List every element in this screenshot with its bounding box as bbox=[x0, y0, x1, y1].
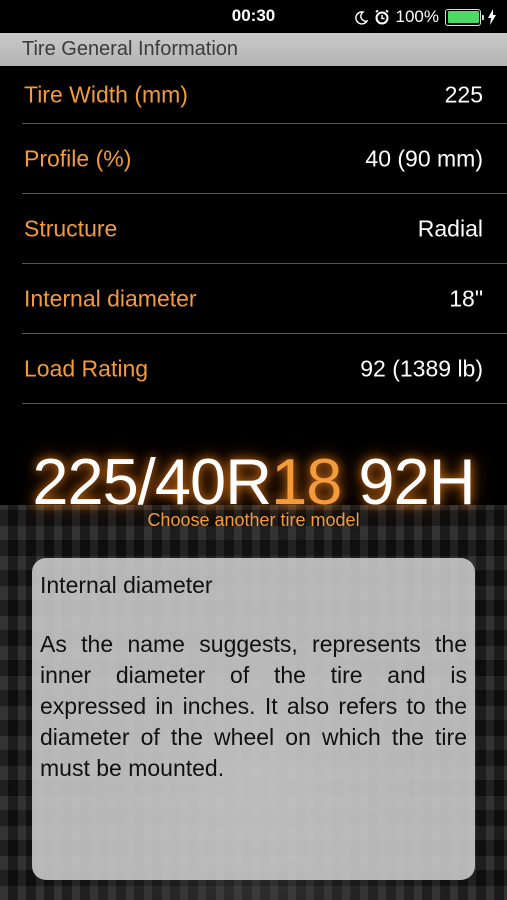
section-header: Tire General Information bbox=[0, 33, 507, 66]
info-row-structure[interactable]: Structure Radial bbox=[22, 194, 507, 264]
info-row-profile[interactable]: Profile (%) 40 (90 mm) bbox=[22, 124, 507, 194]
row-value: 40 (90 mm) bbox=[365, 145, 483, 171]
info-card-body: As the name suggests, represents the inn… bbox=[40, 631, 467, 781]
info-row-load-rating[interactable]: Load Rating 92 (1389 lb) bbox=[22, 334, 507, 404]
row-value: 225 bbox=[444, 81, 483, 107]
info-card: Internal diameter As the name suggests, … bbox=[32, 558, 475, 880]
tire-info-list: Tire Width (mm) 225 Profile (%) 40 (90 m… bbox=[0, 66, 507, 404]
row-value: Radial bbox=[417, 215, 483, 241]
alarm-icon bbox=[374, 9, 390, 25]
row-label: Tire Width (mm) bbox=[24, 81, 188, 107]
battery-icon bbox=[445, 8, 484, 26]
row-value: 18" bbox=[449, 285, 483, 311]
charging-bolt-icon bbox=[487, 9, 497, 25]
moon-icon bbox=[354, 10, 368, 25]
status-indicators: 100% bbox=[354, 6, 497, 28]
row-value: 92 (1389 lb) bbox=[360, 355, 483, 381]
row-label: Profile (%) bbox=[24, 145, 132, 171]
tire-code-prefix: 225/40R bbox=[32, 445, 272, 518]
battery-percent: 100% bbox=[395, 7, 439, 26]
info-row-internal-diameter[interactable]: Internal diameter 18" bbox=[22, 264, 507, 334]
choose-another-tire-link[interactable]: Choose another tire model bbox=[0, 510, 507, 531]
row-label: Load Rating bbox=[24, 355, 149, 381]
row-label: Internal diameter bbox=[24, 285, 197, 311]
tire-code-highlight: 18 bbox=[271, 445, 342, 518]
row-label: Structure bbox=[24, 215, 118, 241]
status-bar: 00:30 100% bbox=[0, 0, 507, 33]
info-row-width[interactable]: Tire Width (mm) 225 bbox=[22, 66, 507, 124]
tire-size-code[interactable]: 225/40R18 92H bbox=[0, 444, 507, 520]
info-card-title: Internal diameter bbox=[40, 572, 213, 598]
tire-code-suffix: 92H bbox=[341, 445, 475, 518]
battery-fill bbox=[447, 11, 479, 23]
